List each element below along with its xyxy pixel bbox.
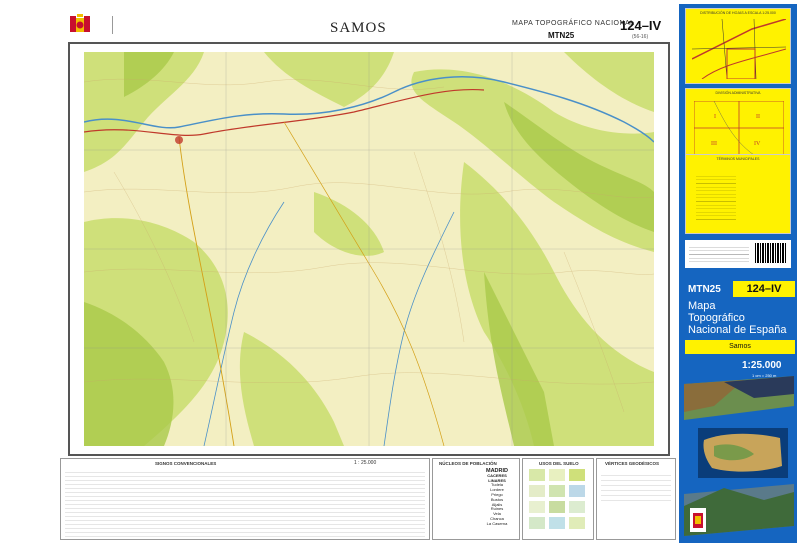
administrative-division-panel: DIVISIÓN ADMINISTRATIVA I II III IV	[685, 88, 791, 158]
panel-caption: DIVISIÓN ADMINISTRATIVA	[715, 91, 761, 95]
cover-series: MTN25	[688, 284, 721, 295]
population-example: La Caserna	[486, 520, 508, 526]
topographic-map[interactable]	[84, 52, 654, 446]
quadrant-label: IV	[754, 141, 761, 147]
quadrant-grid: I II III IV	[694, 101, 784, 155]
legend-strip: SIGNOS CONVENCIONALES 1 : 25.000 NÚCLEOS…	[60, 458, 676, 540]
geodesic-table	[601, 471, 671, 501]
municipal-terms-panel: TÉRMINOS MUNICIPALES	[685, 154, 791, 234]
panel-caption: DISTRIBUCIÓN DE HOJAS A ESCALA 1:25.000	[700, 11, 776, 15]
geodesic-box: VÉRTICES GEODÉSICOS	[596, 458, 676, 540]
cover-sheet-name: Samos	[685, 340, 795, 354]
conventional-signs-box: SIGNOS CONVENCIONALES	[60, 458, 430, 540]
land-use-swatches	[529, 469, 585, 529]
map-title: SAMOS	[330, 20, 387, 36]
population-title: NÚCLEOS DE POBLACIÓN	[439, 461, 497, 466]
quadrant-label: III	[711, 141, 717, 147]
barcode	[755, 243, 787, 263]
spain-relief-map	[698, 428, 788, 478]
spain-coat-of-arms-logo	[68, 12, 108, 36]
scale-label: 1 : 25.000	[354, 460, 377, 466]
panel-caption: TÉRMINOS MUNICIPALES	[716, 157, 760, 161]
ministry-text	[112, 16, 172, 34]
quadrant-label: I	[714, 114, 716, 120]
land-use-title: USOS DEL SUELO	[539, 461, 579, 466]
cover-emblem-logo	[690, 508, 706, 532]
cover-sheet-code: 124–IV	[733, 281, 795, 297]
landscape-photo	[684, 376, 794, 420]
sheet-distribution-panel: DISTRIBUCIÓN DE HOJAS A ESCALA 1:25.000	[685, 8, 791, 84]
geodesic-title: VÉRTICES GEODÉSICOS	[605, 461, 660, 466]
municipality-list	[696, 173, 736, 223]
sheet-code: 124–IV	[620, 18, 662, 33]
cover-title-line: Mapa	[688, 300, 716, 312]
signs-title: SIGNOS CONVENCIONALES	[155, 461, 217, 466]
series-label: MAPA TOPOGRÁFICO NACIONAL	[512, 20, 635, 27]
cover-title-line: Topográfico	[688, 312, 745, 324]
series-code: MTN25	[548, 31, 575, 40]
quadrant-label: II	[756, 114, 760, 120]
cover-scale: 1:25.000	[742, 360, 782, 371]
signs-rows	[65, 469, 425, 537]
distribution-mini-map	[692, 19, 786, 79]
town-marker	[175, 136, 183, 144]
sheet-index: (56-16)	[632, 34, 649, 40]
population-box: NÚCLEOS DE POBLACIÓN MADRID CACERES LINA…	[432, 458, 520, 540]
land-use-box: USOS DEL SUELO	[522, 458, 594, 540]
cover-title-line: Nacional de España	[688, 324, 787, 336]
cover-images	[684, 376, 794, 536]
cover-title: Mapa Topográfico Nacional de España	[688, 300, 796, 336]
publisher-text	[689, 244, 749, 262]
publisher-box	[685, 240, 791, 268]
